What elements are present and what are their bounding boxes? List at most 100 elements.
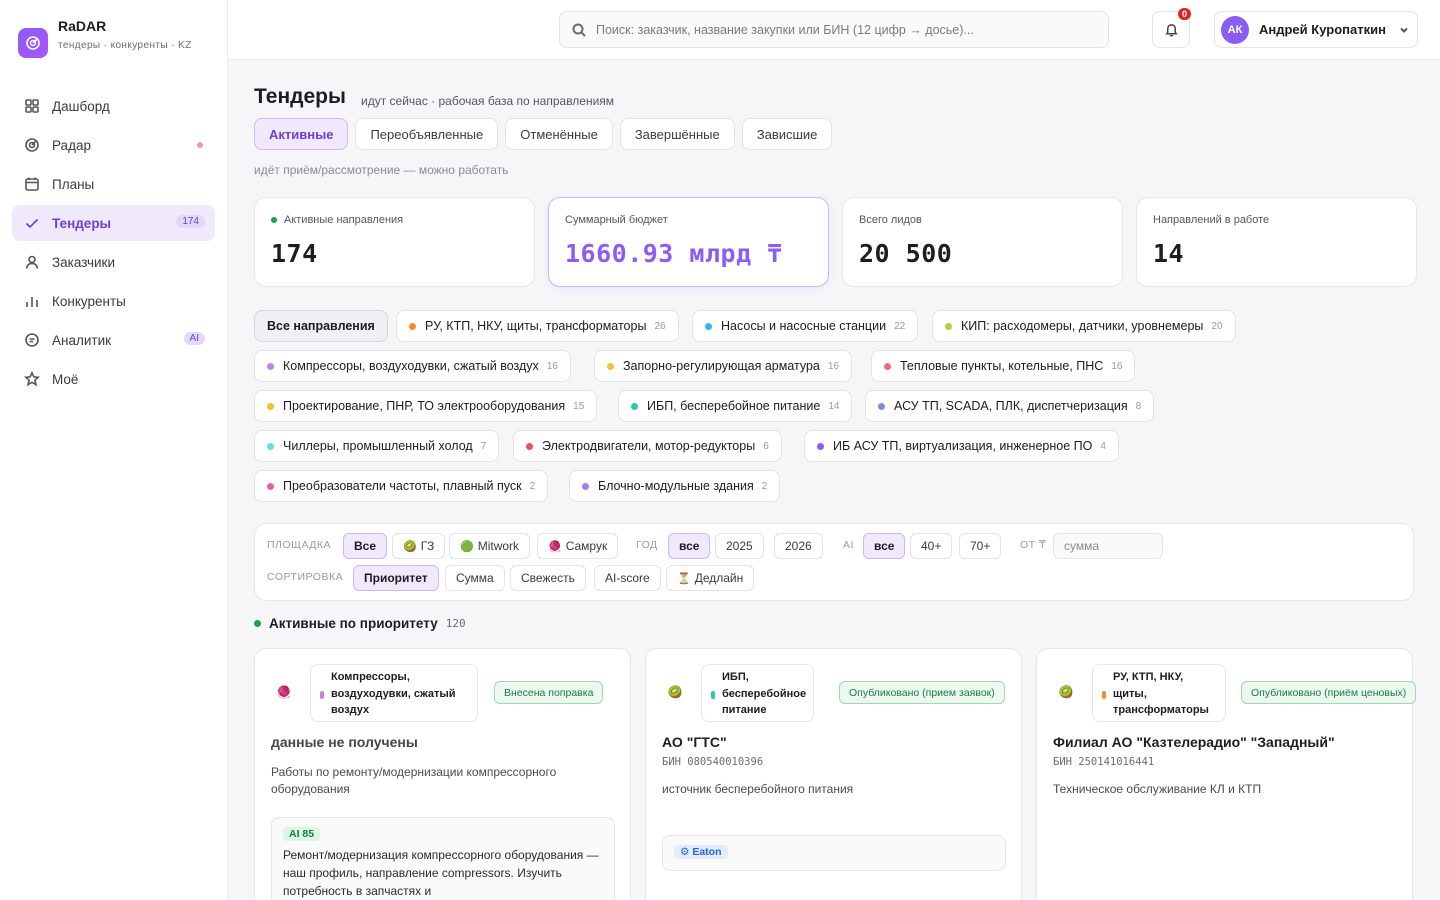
direction-chip[interactable]: Проектирование, ПНР, ТО электрооборудова… (254, 390, 598, 422)
sidebar-item-label: Радар (52, 137, 91, 153)
sidebar-item-tenders[interactable]: Тендеры 174 (12, 205, 215, 241)
kpi-value: 1660.93 млрд ₸ (565, 239, 783, 268)
sidebar-item-mine[interactable]: Моё (12, 361, 215, 397)
direction-color-dot (631, 402, 638, 410)
direction-chip[interactable]: Компрессоры, воздуходувки, сжатый воздух… (254, 350, 571, 382)
grid-icon (24, 98, 40, 114)
year-2026-button[interactable]: 2026 (774, 533, 823, 559)
direction-color-dot (705, 322, 712, 330)
sort-freshness-button[interactable]: Свежесть (510, 565, 586, 591)
notifications-button[interactable]: 0 (1152, 8, 1191, 48)
card-direction[interactable]: РУ, КТП, НКУ, щиты, трансформаторы (1092, 664, 1226, 722)
tab-completed[interactable]: Завершённые (619, 118, 735, 150)
platform-samruk-button[interactable]: 🧶 Самрук (537, 533, 619, 559)
page-subtitle: идут сейчас · рабочая база по направлени… (361, 94, 615, 108)
direction-chip[interactable]: Блочно-модульные здания 2 (569, 470, 781, 502)
search-input[interactable] (596, 22, 1096, 37)
brand-badge[interactable]: ⚙ Eaton (674, 845, 728, 859)
kiwi-icon: 🥝 (403, 540, 417, 553)
bar-chart-icon (24, 293, 40, 309)
year-2025-button[interactable]: 2025 (715, 533, 764, 559)
status-badge: Опубликовано (приём ценовых) (1241, 681, 1417, 704)
direction-color-dot (526, 442, 533, 450)
sort-amount-button[interactable]: Сумма (445, 565, 505, 591)
tender-card[interactable]: 🥝 ИБП, бесперебойное питание Опубликован… (645, 648, 1022, 900)
direction-chip[interactable]: АСУ ТП, SCADA, ПЛК, диспетчеризация 8 (865, 390, 1155, 422)
sort-ai-score-button[interactable]: AI-score (594, 565, 661, 591)
kpi-total-leads: Всего лидов 20 500 (842, 197, 1123, 287)
sort-label: СОРТИРОВКА (267, 571, 344, 583)
platform-all-button[interactable]: Все (343, 533, 388, 559)
ai-all-button[interactable]: все (863, 533, 906, 559)
brand[interactable]: RaDAR тендеры · конкуренты · KZ (18, 18, 218, 70)
sidebar-item-dashboard[interactable]: Дашборд (12, 88, 215, 124)
chevron-down-icon (1400, 27, 1408, 33)
amount-input[interactable] (1053, 533, 1163, 559)
sort-deadline-button[interactable]: ⏳ Дедлайн (666, 565, 755, 591)
tender-card[interactable]: 🧶 Компрессоры, воздуходувки, сжатый возд… (254, 648, 631, 900)
tab-cancelled[interactable]: Отменённые (505, 118, 613, 150)
sidebar-item-radar[interactable]: Радар (12, 127, 215, 163)
ai-score-badge: AI 85 (283, 827, 321, 841)
tab-reannounced[interactable]: Переобъявленные (355, 118, 499, 150)
card-direction[interactable]: Компрессоры, воздуходувки, сжатый воздух (310, 664, 478, 722)
kpi-label: Активные направления (284, 214, 404, 226)
direction-color-dot (267, 402, 274, 410)
direction-chip[interactable]: Преобразователи частоты, плавный пуск 2 (254, 470, 549, 502)
direction-chip[interactable]: ИБ АСУ ТП, виртуализация, инженерное ПО 4 (804, 430, 1119, 462)
sidebar: RaDAR тендеры · конкуренты · KZ Дашборд … (0, 0, 228, 900)
calendar-icon (24, 176, 40, 192)
card-customer[interactable]: данные не получены (271, 734, 418, 750)
direction-chip-all[interactable]: Все направления (254, 310, 388, 342)
ai-40-button[interactable]: 40+ (910, 533, 953, 559)
direction-color-dot (582, 482, 589, 490)
user-menu[interactable]: АК Андрей Куропаткин (1214, 11, 1418, 48)
unread-dot (197, 142, 203, 148)
status-badge: Опубликовано (прием заявок) (839, 681, 1005, 704)
direction-chip[interactable]: ИБП, бесперебойное питание 14 (618, 390, 853, 422)
card-customer[interactable]: Филиал АО "Казтелерадио" "Западный" (1053, 734, 1335, 750)
sort-priority-button[interactable]: Приоритет (353, 565, 439, 591)
tab-stalled[interactable]: Зависшие (741, 118, 833, 150)
card-direction[interactable]: ИБП, бесперебойное питание (701, 664, 814, 722)
samruk-icon: 🧶 (276, 685, 292, 699)
sidebar-item-customers[interactable]: Заказчики (12, 244, 215, 280)
sidebar-item-competitors[interactable]: Конкуренты (12, 283, 215, 319)
sidebar-item-plans[interactable]: Планы (12, 166, 215, 202)
tab-active[interactable]: Активные (254, 118, 349, 150)
direction-chip[interactable]: КИП: расходомеры, датчики, уровнемеры 20 (932, 310, 1236, 342)
direction-chip[interactable]: Чиллеры, промышленный холод 7 (254, 430, 500, 462)
sidebar-item-label: Конкуренты (52, 293, 126, 309)
section-count: 120 (445, 617, 466, 630)
platform-mitwork-button[interactable]: 🟢 Mitwork (449, 533, 531, 559)
direction-chip[interactable]: Насосы и насосные станции 22 (692, 310, 919, 342)
year-all-button[interactable]: все (668, 533, 711, 559)
tender-card[interactable]: 🥝 РУ, КТП, НКУ, щиты, трансформаторы Опу… (1036, 648, 1417, 900)
direction-chip[interactable]: РУ, КТП, НКУ, щиты, трансформаторы 26 (396, 310, 679, 342)
avatar: АК (1221, 15, 1249, 44)
direction-chip[interactable]: Запорно-регулирующая арматура 16 (594, 350, 852, 382)
direction-chip[interactable]: Тепловые пункты, котельные, ПНС 16 (871, 350, 1136, 382)
platform-gz-button[interactable]: 🥝 ГЗ (392, 533, 446, 559)
card-bin: БИН 250141016441 (1053, 756, 1155, 768)
radar-icon (24, 137, 40, 153)
ai-70-button[interactable]: 70+ (959, 533, 1002, 559)
sidebar-item-analyst[interactable]: Аналитик AI (12, 322, 215, 358)
direction-color-dot (267, 362, 274, 370)
direction-color-dot (945, 322, 952, 330)
direction-color-dot (320, 691, 324, 699)
main-content: Тендеры идут сейчас · рабочая база по на… (254, 60, 1417, 900)
radar-logo-icon (18, 28, 48, 58)
sidebar-item-label: Планы (52, 176, 95, 192)
check-icon (24, 215, 40, 231)
app-subtitle: тендеры · конкуренты · KZ (58, 40, 192, 51)
direction-chip[interactable]: Электродвигатели, мотор-редукторы 6 (513, 430, 782, 462)
search-box[interactable] (559, 11, 1109, 48)
sidebar-item-label: Заказчики (52, 254, 115, 270)
kpi-label: Всего лидов (859, 214, 922, 226)
amount-filter-label: ОТ ₸ (1020, 539, 1047, 551)
card-customer[interactable]: АО "ГТС" (662, 734, 727, 750)
card-description: Техническое обслуживание КЛ и КТП (1053, 782, 1262, 796)
sidebar-item-label: Аналитик (52, 332, 112, 348)
page-title: Тендеры (254, 85, 346, 108)
